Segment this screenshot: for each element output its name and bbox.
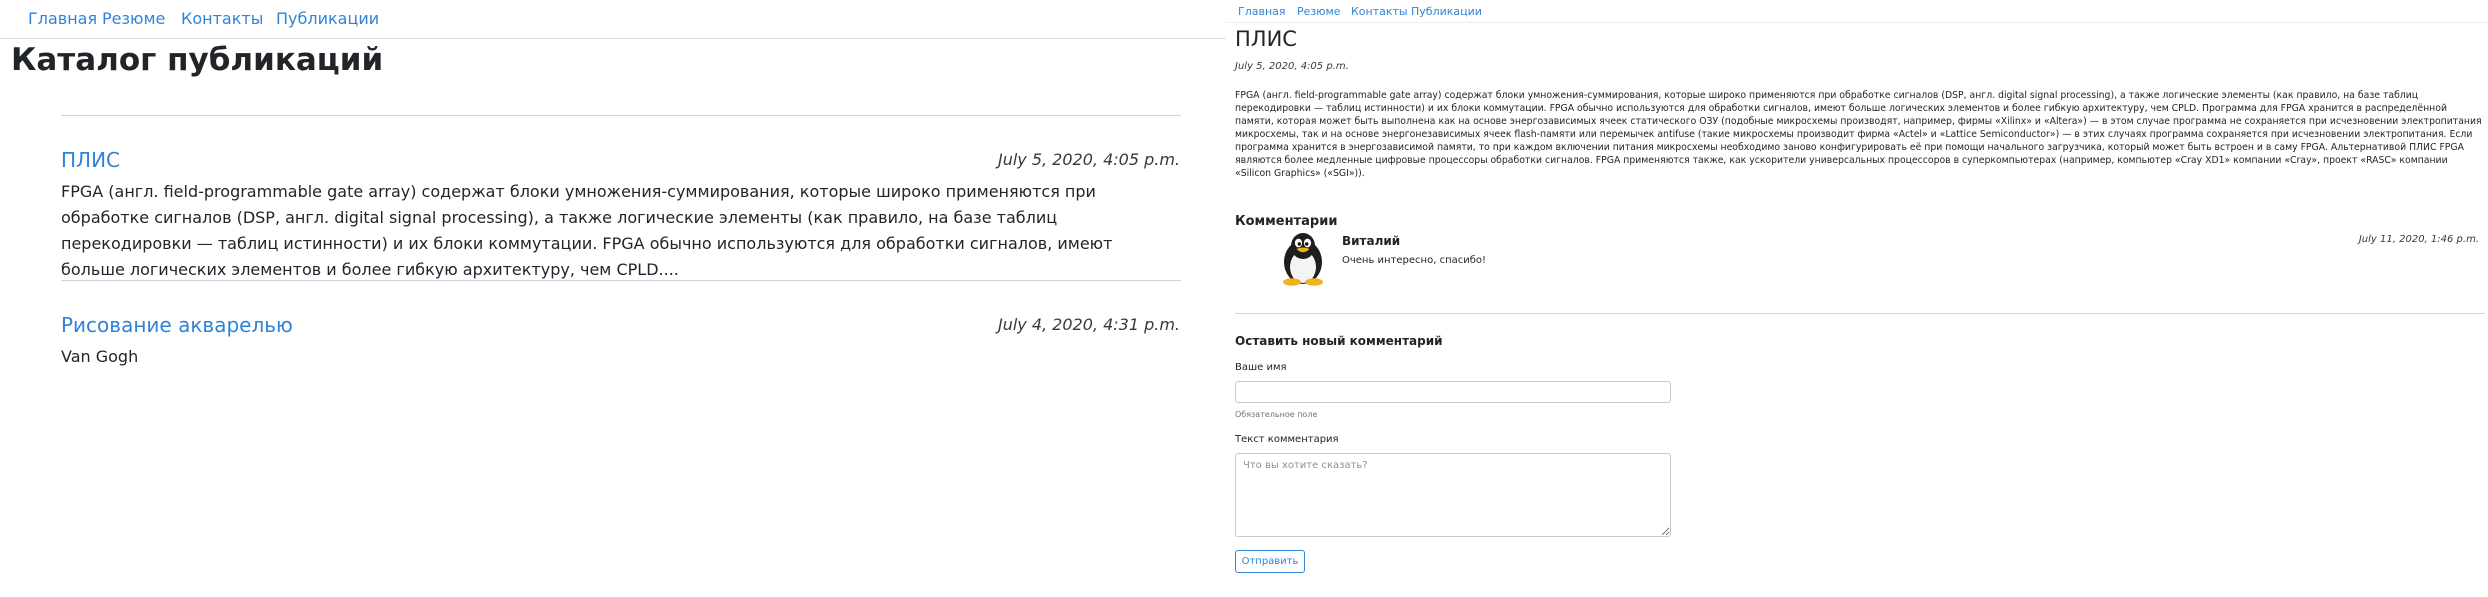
divider	[1235, 313, 2485, 314]
nav-link-publications[interactable]: Публикации	[276, 9, 379, 28]
nav-link-home[interactable]: Главная	[1238, 5, 1286, 18]
comments-heading: Комментарии	[1235, 214, 1338, 229]
nav-link-contacts[interactable]: Контакты	[181, 9, 263, 28]
post-date: July 4, 2020, 4:31 p.m.	[997, 315, 1180, 334]
nav-link-resume[interactable]: Резюме	[1297, 5, 1341, 18]
form-title: Оставить новый комментарий	[1235, 334, 1443, 348]
post-title-link[interactable]: Рисование акварелью	[61, 313, 293, 337]
submit-button[interactable]: Отправить	[1235, 550, 1305, 573]
post-body: FPGA (англ. field-programmable gate arra…	[1235, 90, 2482, 179]
page-title: Каталог публикаций	[11, 42, 384, 78]
comment-date: July 11, 2020, 1:46 p.m.	[2358, 234, 2479, 245]
comment-textarea[interactable]	[1235, 453, 1671, 537]
divider	[61, 115, 1181, 116]
divider	[61, 280, 1181, 281]
nav-link-contacts[interactable]: Контакты	[1351, 5, 1408, 18]
comment-text-label: Текст комментария	[1235, 434, 1339, 445]
post-excerpt: FPGA (англ. field-programmable gate arra…	[61, 182, 1113, 279]
nav-link-resume[interactable]: Резюме	[102, 9, 165, 28]
tux-penguin-icon	[1283, 233, 1323, 286]
post-detail-page: Главная Резюме Контакты Публикации ПЛИС …	[1226, 0, 2488, 597]
name-label: Ваше имя	[1235, 362, 1287, 373]
comment-text: Очень интересно, спасибо!	[1342, 255, 1487, 266]
comment-author: Виталий	[1342, 234, 1401, 248]
top-nav: Главная Резюме Контакты Публикации	[0, 0, 1226, 39]
post-title: ПЛИС	[1235, 27, 1297, 51]
post-excerpt: Van Gogh	[61, 347, 139, 366]
catalog-page: Главная Резюме Контакты Публикации Катал…	[0, 0, 1226, 597]
post-title-link[interactable]: ПЛИС	[61, 148, 120, 172]
post-date: July 5, 2020, 4:05 p.m.	[1235, 61, 1349, 72]
name-help-text: Обязательное поле	[1235, 410, 1318, 419]
post-date: July 5, 2020, 4:05 p.m.	[997, 150, 1180, 169]
top-nav: Главная Резюме Контакты Публикации	[1226, 0, 2488, 23]
nav-link-publications[interactable]: Публикации	[1411, 5, 1482, 18]
nav-link-home[interactable]: Главная	[28, 9, 97, 28]
name-input[interactable]	[1235, 381, 1671, 403]
